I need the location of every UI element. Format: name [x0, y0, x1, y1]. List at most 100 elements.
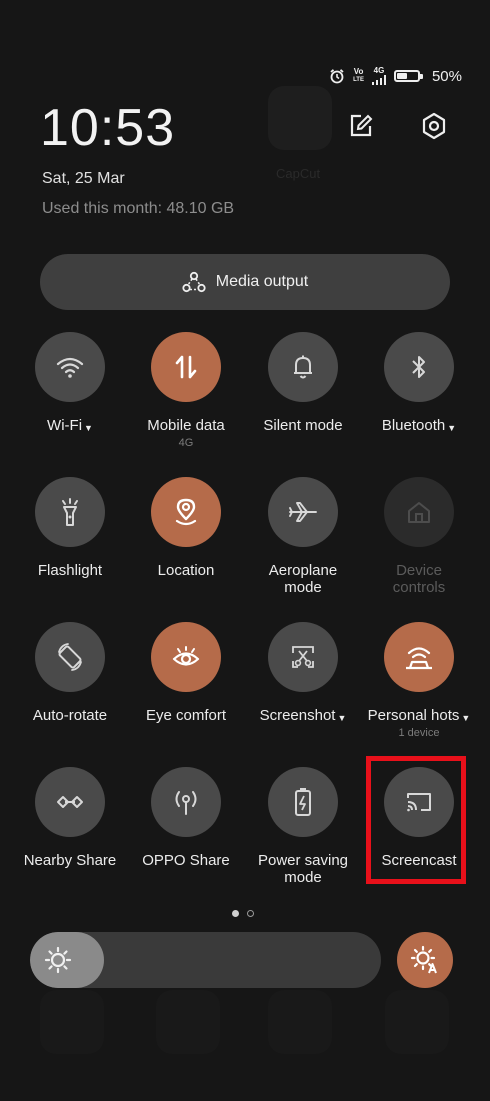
date: Sat, 25 Mar — [42, 170, 125, 187]
settings-button[interactable] — [414, 106, 454, 146]
page-dot-1[interactable] — [232, 910, 239, 917]
tile-aeroplane-mode[interactable]: Aeroplane mode — [245, 477, 361, 596]
background-dock-icon — [156, 990, 220, 1054]
location-label: Location — [157, 562, 215, 579]
caret-down-icon[interactable]: ▼ — [461, 713, 470, 723]
auto-rotate-toggle[interactable] — [35, 622, 105, 692]
silent-mode-toggle[interactable] — [268, 332, 338, 402]
silent-mode-label: Silent mode — [263, 417, 343, 434]
wifi-icon — [56, 357, 84, 378]
tile-power-saving[interactable]: Power saving mode — [245, 767, 361, 886]
page-indicator — [232, 910, 254, 917]
edit-icon — [350, 114, 373, 137]
signal-bars-icon — [371, 75, 386, 85]
power-saving-label-line1: Power saving — [257, 852, 349, 869]
caret-down-icon[interactable]: ▼ — [337, 713, 346, 723]
flashlight-toggle[interactable] — [35, 477, 105, 547]
alarm-clock-icon — [330, 69, 344, 84]
mobile-data-toggle[interactable] — [151, 332, 221, 402]
nearby-share-icon — [57, 796, 83, 808]
mobile-data-label: Mobile data — [147, 417, 225, 434]
edit-button[interactable] — [341, 106, 381, 146]
rotate-icon — [58, 643, 82, 671]
battery-percent: 50% — [431, 67, 462, 85]
aeroplane-mode-toggle[interactable] — [268, 477, 338, 547]
tile-personal-hotspot[interactable]: Personal hots ▼ 1 device — [361, 622, 477, 739]
signal-indicator: 4G — [371, 66, 386, 85]
background-dock-icon — [40, 990, 104, 1054]
personal-hotspot-label: Personal hots — [367, 707, 460, 724]
tile-auto-rotate[interactable]: Auto-rotate — [12, 622, 128, 724]
wifi-label: Wi-Fi — [47, 417, 83, 434]
oppo-share-label: OPPO Share — [142, 852, 230, 869]
tile-device-controls[interactable]: Device controls — [361, 477, 477, 596]
page-dot-2[interactable] — [247, 910, 254, 917]
eye-comfort-toggle[interactable] — [151, 622, 221, 692]
aeroplane-label-line1: Aeroplane — [268, 562, 338, 579]
auto-rotate-label: Auto-rotate — [32, 707, 108, 724]
broadcast-icon — [175, 791, 197, 815]
background-app-icon — [268, 86, 332, 150]
media-output-icon — [182, 271, 206, 293]
eye-icon — [172, 646, 200, 666]
personal-hotspot-toggle[interactable] — [384, 622, 454, 692]
tile-location[interactable]: Location — [128, 477, 244, 579]
power-saving-toggle[interactable] — [268, 767, 338, 837]
hotspot-icon — [406, 647, 432, 670]
tile-silent-mode[interactable]: Silent mode — [245, 332, 361, 434]
nearby-share-toggle[interactable] — [35, 767, 105, 837]
flashlight-label: Flashlight — [37, 562, 103, 579]
bell-icon — [294, 355, 312, 379]
brightness-slider[interactable] — [30, 932, 381, 988]
background-dock-icon — [385, 990, 449, 1054]
up-down-arrows-icon — [175, 355, 197, 379]
aeroplane-label-line2: mode — [284, 579, 322, 596]
tile-nearby-share[interactable]: Nearby Share — [12, 767, 128, 869]
caret-down-icon[interactable]: ▼ — [447, 423, 456, 433]
brightness-sun-icon — [44, 946, 72, 974]
bluetooth-icon — [412, 356, 425, 378]
location-pin-icon — [175, 498, 197, 526]
caret-down-icon[interactable]: ▼ — [84, 423, 93, 433]
bluetooth-toggle[interactable] — [384, 332, 454, 402]
scissors-icon — [292, 646, 314, 668]
power-saving-label-line2: mode — [284, 869, 322, 886]
tile-flashlight[interactable]: Flashlight — [12, 477, 128, 579]
tile-wifi[interactable]: Wi-Fi ▼ — [12, 332, 128, 434]
media-output-label: Media output — [215, 273, 309, 290]
settings-icon — [422, 112, 446, 140]
media-output-button[interactable]: Media output — [40, 254, 450, 310]
flashlight-icon — [62, 498, 78, 526]
network-type: 4G — [373, 66, 385, 75]
tile-bluetooth[interactable]: Bluetooth ▼ — [361, 332, 477, 434]
bluetooth-label: Bluetooth — [381, 417, 446, 434]
device-controls-toggle[interactable] — [384, 477, 454, 547]
screenshot-label: Screenshot — [259, 707, 336, 724]
device-controls-label-line2: controls — [392, 579, 446, 596]
background-app-label: CapCut — [276, 166, 321, 181]
personal-hotspot-sublabel: 1 device — [398, 727, 440, 739]
device-controls-label-line1: Device — [396, 562, 442, 579]
wifi-toggle[interactable] — [35, 332, 105, 402]
background-dock-icon — [268, 990, 332, 1054]
clock: 10:53 — [40, 99, 176, 157]
data-usage[interactable]: Used this month: 48.10 GB — [42, 200, 234, 218]
home-icon — [408, 502, 430, 523]
nearby-share-label: Nearby Share — [23, 852, 117, 869]
battery-bolt-icon — [295, 788, 311, 816]
oppo-share-toggle[interactable] — [151, 767, 221, 837]
auto-brightness-icon — [410, 945, 437, 974]
eye-comfort-label: Eye comfort — [145, 707, 227, 724]
tile-screenshot[interactable]: Screenshot ▼ — [245, 622, 361, 724]
airplane-icon — [289, 502, 317, 522]
tile-mobile-data[interactable]: Mobile data 4G — [128, 332, 244, 449]
location-toggle[interactable] — [151, 477, 221, 547]
screencast-highlight-box — [366, 756, 466, 884]
auto-brightness-button[interactable] — [397, 932, 453, 988]
tile-eye-comfort[interactable]: Eye comfort — [128, 622, 244, 724]
status-bar: Vo LTE 4G 50% — [329, 66, 462, 86]
battery-icon — [393, 70, 423, 82]
tile-oppo-share[interactable]: OPPO Share — [128, 767, 244, 869]
screenshot-toggle[interactable] — [268, 622, 338, 692]
volte-indicator: Vo LTE — [353, 67, 364, 84]
